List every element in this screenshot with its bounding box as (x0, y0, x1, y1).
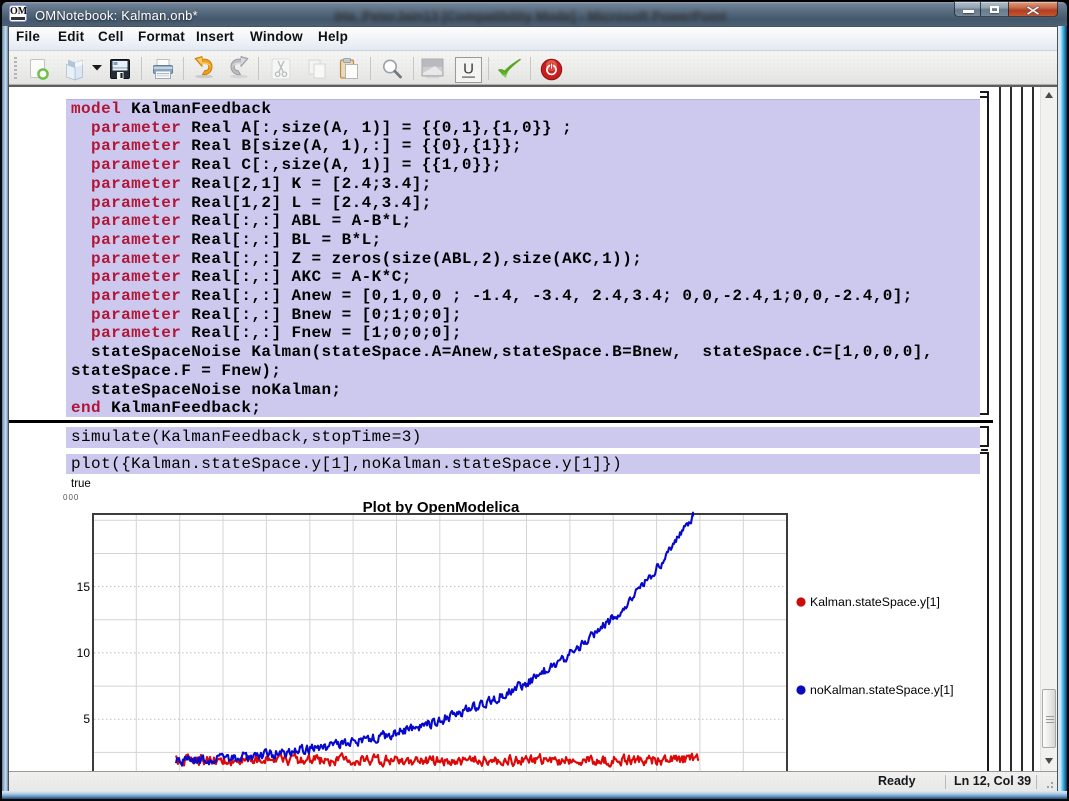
svg-text:10: 10 (77, 646, 91, 660)
svg-text:noKalman.stateSpace.y[1]: noKalman.stateSpace.y[1] (810, 683, 954, 697)
svg-text:15: 15 (77, 580, 91, 594)
svg-text:Kalman.stateSpace.y[1]: Kalman.stateSpace.y[1] (810, 595, 940, 609)
svg-text:U: U (463, 61, 474, 78)
svg-text:5: 5 (83, 712, 90, 726)
